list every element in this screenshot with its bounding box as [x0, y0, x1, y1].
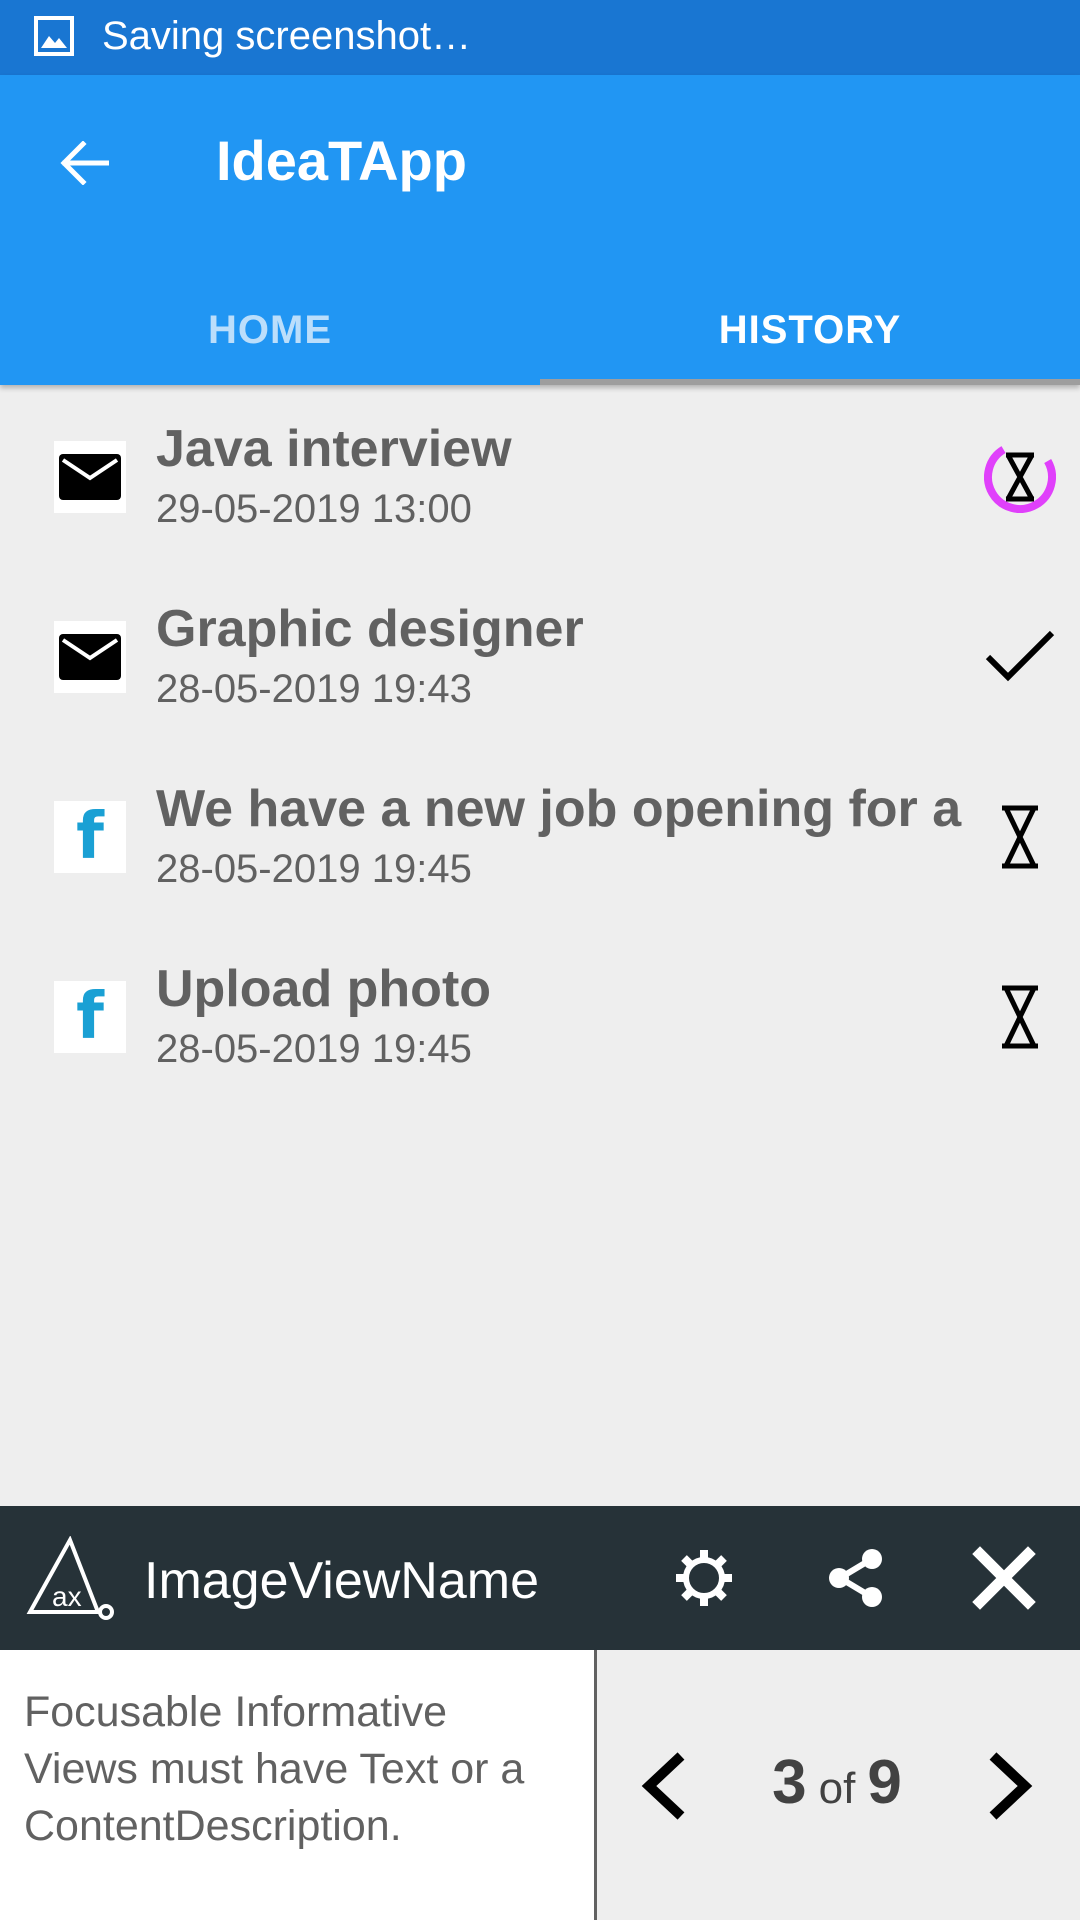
- app-title: IdeaTApp: [216, 129, 467, 192]
- accessibility-panel-body: Focusable Informative Views must have Te…: [0, 1650, 1080, 1920]
- issue-title: ImageViewName: [144, 1552, 540, 1610]
- chevron-left-icon[interactable]: [633, 1746, 693, 1826]
- close-icon[interactable]: [972, 1546, 1036, 1610]
- accessibility-scanner-logo: ax: [26, 1536, 114, 1620]
- share-icon[interactable]: [824, 1546, 888, 1610]
- status-icon: [984, 441, 1056, 513]
- tab-history[interactable]: HISTORY: [540, 275, 1080, 385]
- facebook-icon: f: [54, 981, 126, 1053]
- pending-hourglass-icon: [984, 981, 1056, 1053]
- issue-counter: 3 of 9: [687, 1748, 987, 1834]
- facebook-icon: f: [54, 801, 126, 873]
- status-bar: Saving screenshot…: [0, 0, 1080, 75]
- item-title: We have a new job opening for a: [156, 780, 962, 838]
- list-item[interactable]: f We have a new job opening for a 28-05-…: [0, 745, 1080, 925]
- issue-navigation: 3 of 9: [597, 1650, 1080, 1920]
- current-issue: 3: [772, 1748, 807, 1817]
- total-issues: 9: [867, 1748, 902, 1817]
- mail-icon: [54, 621, 126, 693]
- arrow-left-icon: [60, 141, 109, 185]
- mail-icon: [54, 441, 126, 513]
- check-icon: [984, 621, 1056, 693]
- back-button[interactable]: [46, 125, 122, 201]
- item-date: 29-05-2019 13:00: [156, 487, 472, 531]
- pending-hourglass-icon: [984, 801, 1056, 873]
- issue-message: Focusable Informative Views must have Te…: [24, 1688, 525, 1850]
- settings-icon[interactable]: [672, 1546, 736, 1610]
- item-date: 28-05-2019 19:45: [156, 1027, 472, 1071]
- list-item[interactable]: Java interview 29-05-2019 13:00: [0, 385, 1080, 565]
- of-label: of: [818, 1764, 856, 1813]
- status-text: Saving screenshot…: [102, 14, 472, 58]
- list-item[interactable]: f Upload photo 28-05-2019 19:45: [0, 925, 1080, 1105]
- svg-text:ax: ax: [52, 1581, 82, 1612]
- item-title: Graphic designer: [156, 600, 584, 658]
- tab-home[interactable]: HOME: [0, 275, 540, 385]
- item-title: Upload photo: [156, 960, 492, 1018]
- item-title: Java interview: [156, 420, 512, 478]
- chevron-right-icon[interactable]: [981, 1746, 1041, 1826]
- pending-hourglass-icon: [984, 441, 1056, 513]
- image-icon: [34, 16, 74, 56]
- accessibility-panel-header: ax ImageViewName: [0, 1506, 1080, 1650]
- item-date: 28-05-2019 19:43: [156, 667, 472, 711]
- item-date: 28-05-2019 19:45: [156, 847, 472, 891]
- list-item[interactable]: Graphic designer 28-05-2019 19:43: [0, 565, 1080, 745]
- app-bar: IdeaTApp HOME HISTORY: [0, 75, 1080, 385]
